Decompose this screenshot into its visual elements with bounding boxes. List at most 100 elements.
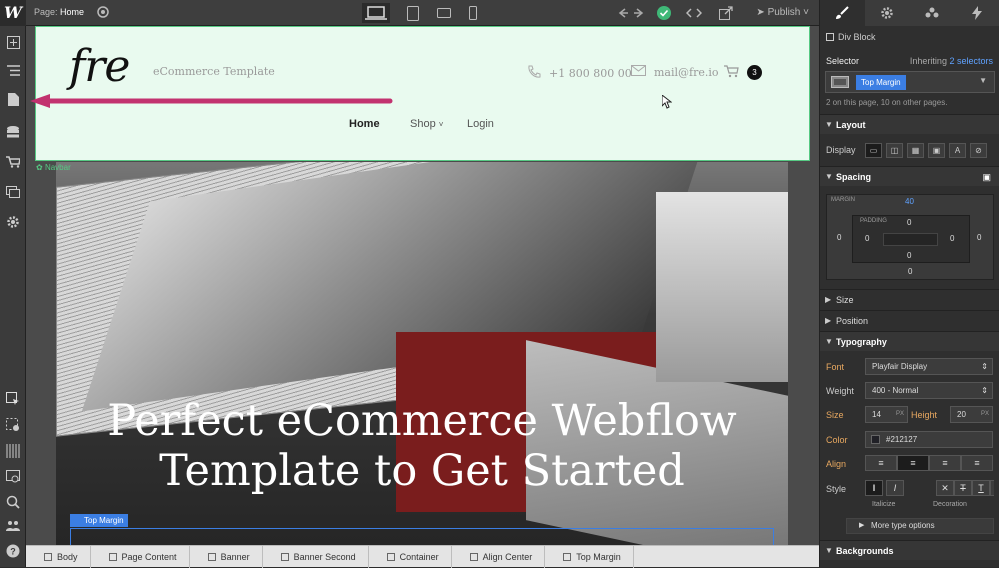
italic-off-icon[interactable]: I	[865, 480, 883, 496]
breadcrumb-banner[interactable]: Banner	[190, 545, 263, 568]
nav-home-link[interactable]: Home	[349, 118, 380, 130]
align-left-icon[interactable]: ≡	[865, 455, 897, 471]
phone-contact[interactable]: +1 800 800 00	[527, 65, 632, 82]
breakpoint-tablet-icon[interactable]	[399, 3, 427, 23]
ecommerce-cart-icon[interactable]	[3, 152, 23, 172]
hero-banner[interactable]: Perfect eCommerce Webflow Template to Ge…	[56, 162, 788, 545]
help-icon[interactable]: ?	[3, 541, 23, 561]
font-size-value: 14	[872, 410, 881, 419]
margin-bottom-value[interactable]: 0	[908, 267, 912, 276]
breakpoint-desktop-icon[interactable]	[362, 3, 390, 23]
breakpoint-landscape-icon[interactable]	[430, 3, 458, 23]
navbar-tag-label: Navbar	[44, 163, 71, 172]
typography-section-header[interactable]: ▼ Typography	[820, 331, 999, 351]
weight-select[interactable]: 400 - Normal ⇕	[865, 382, 993, 399]
spacing-section-header[interactable]: ▼ Spacing ▣	[820, 166, 999, 186]
breadcrumb-top-margin[interactable]: Top Margin	[545, 545, 634, 568]
select-element-icon[interactable]	[3, 389, 23, 409]
element-settings-gear-icon[interactable]	[865, 0, 910, 26]
margin-left-value[interactable]: 0	[837, 233, 841, 242]
color-input[interactable]: #212127	[865, 431, 993, 448]
selector-field[interactable]: Top Margin ▼	[825, 71, 995, 93]
search-icon[interactable]	[3, 492, 23, 512]
font-size-input[interactable]: 14 PX	[865, 406, 908, 423]
breadcrumb-container[interactable]: Container	[369, 545, 452, 568]
strikethrough-icon[interactable]: T	[954, 480, 972, 496]
align-justify-icon[interactable]: ≡	[961, 455, 993, 471]
preview-eye-icon[interactable]	[96, 6, 110, 21]
display-flex-icon[interactable]: ◫	[886, 143, 903, 158]
section-expand-icon: ▼	[825, 337, 833, 346]
hero-title[interactable]: Perfect eCommerce Webflow Template to Ge…	[56, 396, 788, 496]
assets-icon[interactable]	[3, 182, 23, 202]
cart-icon[interactable]	[724, 65, 739, 81]
add-icon[interactable]	[3, 32, 23, 52]
spacing-title: Spacing	[836, 172, 872, 182]
site-logo[interactable]: fre	[69, 41, 130, 92]
layout-section-header[interactable]: ▼ Layout	[820, 114, 999, 134]
align-center-icon[interactable]: ≡	[897, 455, 929, 471]
undo-redo-icon[interactable]	[616, 4, 646, 22]
settings-gear-icon[interactable]	[3, 212, 23, 232]
padding-bottom-value[interactable]: 0	[907, 251, 911, 260]
code-export-icon[interactable]	[682, 4, 706, 22]
display-block-icon[interactable]: ▭	[865, 143, 882, 158]
style-brush-icon[interactable]	[820, 0, 865, 26]
nav-login-link[interactable]: Login	[467, 118, 494, 130]
pages-icon[interactable]	[3, 89, 23, 109]
inheriting-info[interactable]: Inheriting 2 selectors	[910, 56, 993, 66]
align-right-icon[interactable]: ≡	[929, 455, 961, 471]
underline-icon[interactable]: T	[972, 480, 990, 496]
selector-dropdown-icon[interactable]: ▼	[979, 76, 987, 85]
element-breadcrumb: Body Page Content Banner Banner Second C…	[26, 545, 819, 568]
margin-right-value[interactable]: 0	[977, 233, 981, 242]
more-type-options-button[interactable]: ▶ More type options	[846, 518, 994, 534]
padding-top-value[interactable]: 0	[907, 218, 911, 227]
margin-top-value[interactable]: 40	[905, 197, 914, 206]
interactions-bolt-icon[interactable]	[954, 0, 999, 26]
size-section-header[interactable]: ▶ Size	[820, 289, 999, 309]
decoration-none-icon[interactable]: ✕	[936, 480, 954, 496]
selector-chip-top-margin[interactable]: Top Margin	[856, 75, 906, 90]
display-grid-icon[interactable]: ▦	[907, 143, 924, 158]
padding-right-value[interactable]: 0	[950, 234, 954, 243]
share-icon[interactable]	[716, 4, 736, 22]
breakpoint-phone-icon[interactable]	[459, 3, 487, 23]
email-contact[interactable]: mail@fre.io	[631, 65, 719, 79]
selected-element-outline[interactable]	[70, 528, 774, 545]
line-height-value: 20	[957, 410, 966, 419]
webflow-logo[interactable]: W	[0, 0, 26, 26]
grid-overlay-icon[interactable]	[3, 441, 23, 461]
box-model-editor[interactable]: MARGIN 40 0 0 0 PADDING 0 0 0 0	[826, 194, 994, 280]
style-manager-drops-icon[interactable]	[910, 0, 955, 26]
breadcrumb-banner-second[interactable]: Banner Second	[263, 545, 369, 568]
preview-icon[interactable]	[3, 467, 23, 487]
nav-shop-link[interactable]: Shop ˅	[410, 118, 443, 130]
breadcrumb-page-content[interactable]: Page Content	[91, 545, 190, 568]
section-expand-icon: ▼	[825, 546, 833, 555]
spacing-reset-icon[interactable]: ▣	[982, 167, 991, 187]
font-select[interactable]: Playfair Display ⇕	[865, 358, 993, 375]
overline-icon[interactable]	[990, 480, 994, 496]
display-inline-icon[interactable]: A	[949, 143, 966, 158]
navigator-icon[interactable]	[3, 60, 23, 80]
padding-left-value[interactable]: 0	[865, 234, 869, 243]
position-title: Position	[836, 316, 869, 326]
publish-button[interactable]: ➤ Publish ˅	[756, 7, 809, 18]
display-inline-block-icon[interactable]: ▣	[928, 143, 945, 158]
audit-dashed-icon[interactable]	[3, 415, 23, 435]
breadcrumb-align-center[interactable]: Align Center	[452, 545, 546, 568]
backgrounds-section-header[interactable]: ▼ Backgrounds	[820, 540, 999, 560]
section-collapse-icon: ▶	[825, 316, 832, 325]
position-section-header[interactable]: ▶ Position	[820, 310, 999, 330]
display-none-icon[interactable]: ⊘	[970, 143, 987, 158]
italic-on-icon[interactable]: I	[886, 480, 904, 496]
cms-icon[interactable]	[3, 122, 23, 142]
breadcrumb-body[interactable]: Body	[26, 545, 91, 568]
community-icon[interactable]	[3, 516, 23, 536]
color-swatch[interactable]	[871, 435, 880, 444]
page-selector[interactable]: Page: Home	[34, 7, 84, 17]
backgrounds-title: Backgrounds	[836, 546, 894, 556]
line-height-input[interactable]: 20 PX	[950, 406, 993, 423]
padding-box[interactable]: PADDING 0 0 0 0	[852, 215, 970, 263]
